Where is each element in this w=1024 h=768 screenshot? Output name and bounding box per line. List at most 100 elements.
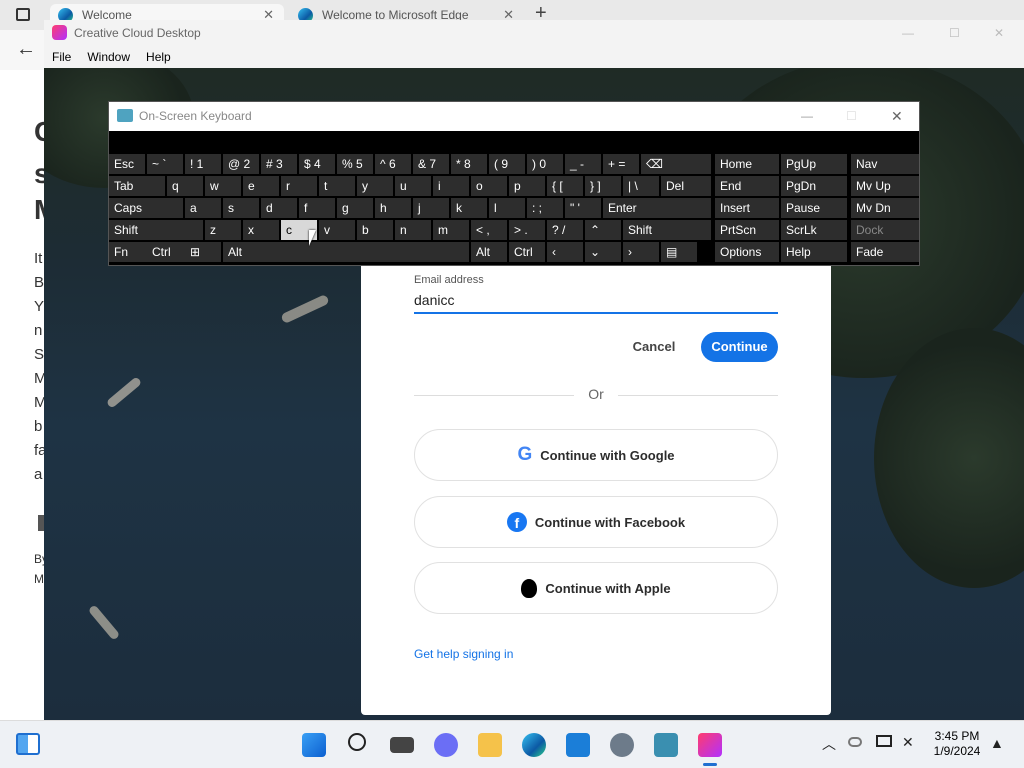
- osk-key[interactable]: ~ `: [147, 154, 183, 174]
- osk-key[interactable]: u: [395, 176, 431, 196]
- osk-key[interactable]: End: [715, 176, 779, 196]
- task-view-icon[interactable]: [390, 737, 414, 753]
- cancel-button[interactable]: Cancel: [620, 334, 688, 360]
- osk-key[interactable]: e: [243, 176, 279, 196]
- display-icon[interactable]: [876, 735, 892, 747]
- osk-key[interactable]: h: [375, 198, 411, 218]
- osk-key[interactable]: Dock: [851, 220, 919, 240]
- chat-icon[interactable]: [434, 733, 458, 757]
- osk-key[interactable]: j: [413, 198, 449, 218]
- osk-key[interactable]: m: [433, 220, 469, 240]
- minimize-icon[interactable]: —: [902, 20, 914, 46]
- osk-key[interactable]: n: [395, 220, 431, 240]
- email-field[interactable]: danicc: [414, 292, 454, 308]
- osk-key[interactable]: Alt: [223, 242, 261, 262]
- on-screen-keyboard-taskbar-icon[interactable]: [654, 733, 678, 757]
- osk-key[interactable]: a: [185, 198, 221, 218]
- osk-key[interactable]: Fn: [109, 242, 147, 262]
- osk-key[interactable]: Shift: [623, 220, 711, 240]
- osk-key[interactable]: b: [357, 220, 393, 240]
- get-help-link[interactable]: Get help signing in: [414, 647, 513, 661]
- osk-key[interactable]: ScrLk: [781, 220, 847, 240]
- down-arrow-icon[interactable]: ⌄: [585, 242, 621, 262]
- osk-key[interactable]: Help: [781, 242, 847, 262]
- microsoft-store-icon[interactable]: [566, 733, 590, 757]
- osk-key[interactable]: p: [509, 176, 545, 196]
- maximize-icon[interactable]: ☐: [846, 102, 857, 131]
- osk-key[interactable]: : ;: [527, 198, 563, 218]
- start-icon[interactable]: [302, 733, 326, 757]
- osk-key[interactable]: Nav: [851, 154, 919, 174]
- osk-key[interactable]: _ -: [565, 154, 601, 174]
- edge-browser-icon[interactable]: [522, 733, 546, 757]
- osk-key[interactable]: i: [433, 176, 469, 196]
- osk-key[interactable]: Shift: [109, 220, 203, 240]
- osk-key[interactable]: Del: [661, 176, 711, 196]
- osk-key[interactable]: Pause: [781, 198, 847, 218]
- continue-with-facebook-button[interactable]: f Continue with Facebook: [414, 496, 778, 548]
- osk-key[interactable]: Ctrl: [509, 242, 545, 262]
- osk-key[interactable]: & 7: [413, 154, 449, 174]
- network-icon[interactable]: [848, 737, 862, 747]
- continue-button[interactable]: Continue: [701, 332, 778, 362]
- right-arrow-icon[interactable]: ›: [623, 242, 659, 262]
- osk-key[interactable]: r: [281, 176, 317, 196]
- osk-key[interactable]: Mv Up: [851, 176, 919, 196]
- maximize-icon[interactable]: ☐: [949, 20, 960, 46]
- osk-key[interactable]: ) 0: [527, 154, 563, 174]
- creative-cloud-taskbar-icon[interactable]: [698, 733, 722, 757]
- osk-key[interactable]: @ 2: [223, 154, 259, 174]
- osk-key[interactable]: * 8: [451, 154, 487, 174]
- up-arrow-icon[interactable]: ⌃: [585, 220, 621, 240]
- osk-key[interactable]: $ 4: [299, 154, 335, 174]
- osk-key[interactable]: Options: [715, 242, 779, 262]
- show-hidden-icons-chevron-icon[interactable]: ︿: [822, 734, 836, 754]
- osk-key[interactable]: v: [319, 220, 355, 240]
- back-arrow-icon[interactable]: ←: [16, 38, 36, 61]
- osk-key[interactable]: t: [319, 176, 355, 196]
- osk-key[interactable]: PgUp: [781, 154, 847, 174]
- menu-help[interactable]: Help: [138, 46, 179, 68]
- continue-with-apple-button[interactable]: Continue with Apple: [414, 562, 778, 614]
- minimize-icon[interactable]: —: [801, 102, 813, 131]
- osk-key[interactable]: s: [223, 198, 259, 218]
- osk-key[interactable]: Mv Dn: [851, 198, 919, 218]
- osk-key[interactable]: PgDn: [781, 176, 847, 196]
- widgets-icon[interactable]: [16, 733, 40, 755]
- osk-key[interactable]: ! 1: [185, 154, 221, 174]
- notifications-icon[interactable]: ▲: [990, 735, 1004, 751]
- osk-key[interactable]: y: [357, 176, 393, 196]
- search-icon[interactable]: [348, 733, 366, 751]
- osk-key[interactable]: Esc: [109, 154, 145, 174]
- osk-key[interactable]: | \: [623, 176, 659, 196]
- backspace-icon[interactable]: ⌫: [641, 154, 711, 174]
- osk-key[interactable]: % 5: [337, 154, 373, 174]
- osk-key[interactable]: f: [299, 198, 335, 218]
- tab-actions-icon[interactable]: [16, 8, 30, 21]
- osk-key[interactable]: w: [205, 176, 241, 196]
- osk-key[interactable]: { [: [547, 176, 583, 196]
- osk-key[interactable]: l: [489, 198, 525, 218]
- menu-key-icon[interactable]: ▤: [661, 242, 697, 262]
- osk-key[interactable]: Caps: [109, 198, 183, 218]
- osk-key[interactable]: < ,: [471, 220, 507, 240]
- osk-key[interactable]: k: [451, 198, 487, 218]
- osk-key[interactable]: Fade: [851, 242, 919, 262]
- osk-key[interactable]: z: [205, 220, 241, 240]
- settings-gear-icon[interactable]: [610, 733, 634, 757]
- osk-key[interactable]: ^ 6: [375, 154, 411, 174]
- osk-key[interactable]: Insert: [715, 198, 779, 218]
- osk-key[interactable]: d: [261, 198, 297, 218]
- osk-key[interactable]: g: [337, 198, 373, 218]
- close-icon[interactable]: ✕: [891, 102, 903, 131]
- menu-file[interactable]: File: [44, 46, 79, 68]
- osk-key[interactable]: # 3: [261, 154, 297, 174]
- osk-key[interactable]: PrtScn: [715, 220, 779, 240]
- osk-key[interactable]: Enter: [603, 198, 711, 218]
- system-clock[interactable]: 3:45 PM 1/9/2024: [922, 729, 992, 759]
- osk-key[interactable]: Ctrl: [147, 242, 185, 262]
- osk-key[interactable]: Alt: [471, 242, 507, 262]
- continue-with-google-button[interactable]: G Continue with Google: [414, 429, 778, 481]
- osk-key[interactable]: Home: [715, 154, 779, 174]
- menu-window[interactable]: Window: [79, 46, 138, 68]
